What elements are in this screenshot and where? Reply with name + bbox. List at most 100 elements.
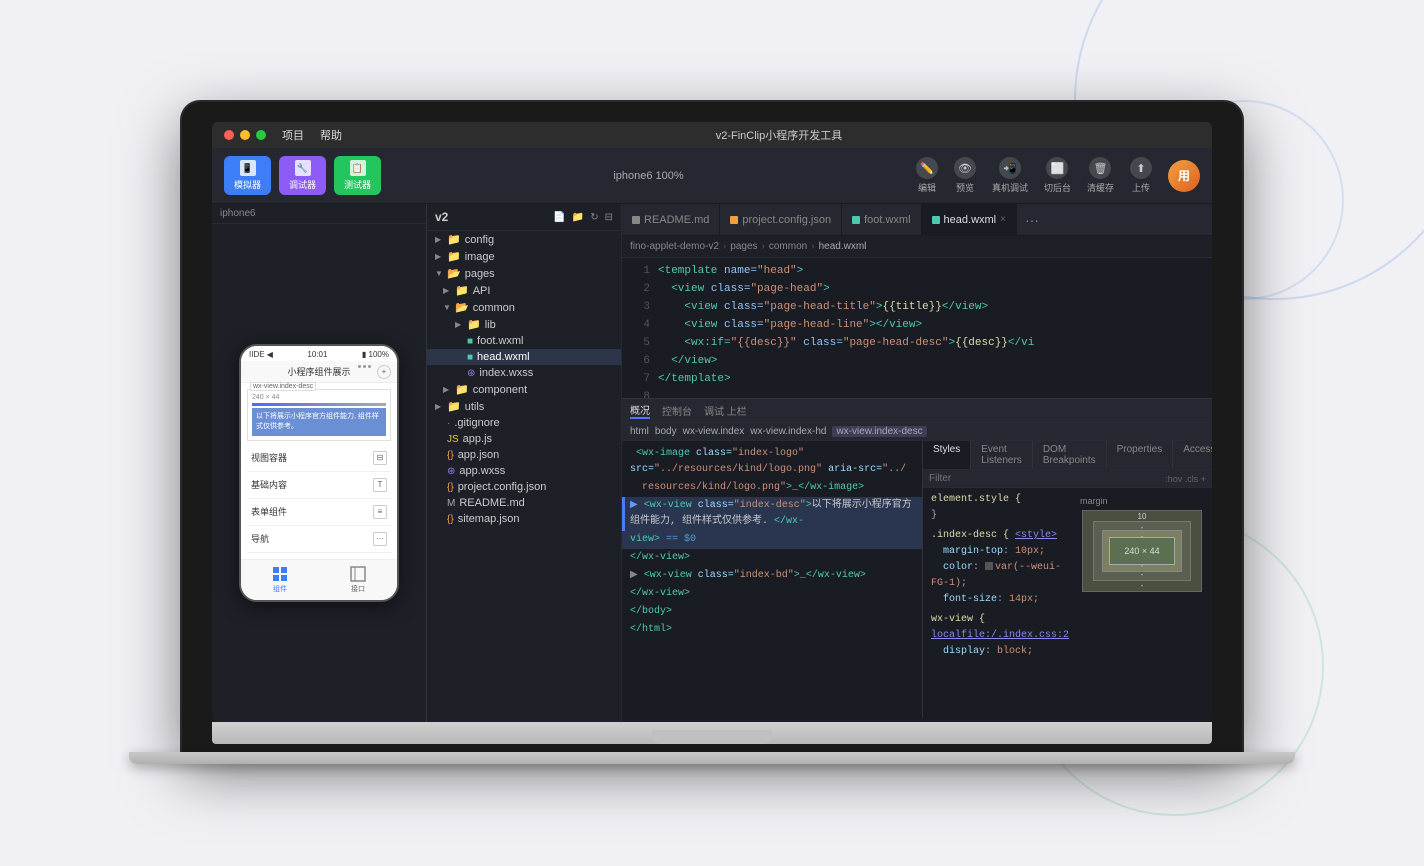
element-style-open: element.style { [931,492,1064,508]
devtools-tab-debug[interactable]: 调试 上栏 [704,403,747,418]
file-icon-project-config: {} [447,482,454,493]
folder-icon-utils: 📁 [447,400,461,413]
tree-item-lib[interactable]: ▶ 📁 lib [427,316,621,333]
line-code-5: <wx:if="{{desc}}" class="page-head-desc"… [658,334,1212,352]
style-link-1[interactable]: localfile:/.index.css:2 [931,630,1069,641]
menu-help[interactable]: 帮助 [320,127,342,143]
new-file-btn[interactable]: 📄 [553,212,565,223]
refresh-btn[interactable]: ↻ [590,212,598,223]
devtools-section: 概况 控制台 调试 上栏 html body wx-view.index wx-… [622,398,1212,718]
tab-close-head[interactable]: × [1000,214,1006,225]
tester-btn[interactable]: 📋 测试器 [334,156,381,195]
devtools-bc-wx-view-index-desc[interactable]: wx-view.index-desc [832,426,926,437]
tree-item-pages[interactable]: ▼ 📂 pages [427,265,621,282]
clear-cache-action[interactable]: 🗑 清缓存 [1087,157,1114,194]
file-icon-head: ■ [467,352,473,363]
devtools-tab-overview[interactable]: 概况 [630,402,650,419]
file-icon-app-json: {} [447,450,454,461]
tab-project-config[interactable]: project.config.json [720,204,842,235]
properties-tab[interactable]: Properties [1107,441,1174,469]
tree-item-app-js[interactable]: JS app.js [427,431,621,447]
devtools-bc-wx-view-index[interactable]: wx-view.index [683,426,745,437]
phone-nav-bar: 小程序组件展示 + [241,361,397,383]
line-code-1: <template name="head"> [658,262,1212,280]
preview-action[interactable]: 👁 预览 [954,157,976,194]
styles-filter-input[interactable] [929,473,1161,484]
user-avatar[interactable]: 用 [1168,160,1200,192]
tree-item-foot-wxml[interactable]: ■ foot.wxml [427,333,621,349]
phone-status-bar: IIDE ◀ 10:01 ▮ 100% [241,346,397,361]
tree-item-sitemap[interactable]: {} sitemap.json [427,511,621,527]
tree-item-index-wxss[interactable]: ⊛ index.wxss [427,365,621,381]
tab-foot-wxml[interactable]: foot.wxml [842,204,921,235]
laptop-notch [652,730,772,744]
collapse-btn[interactable]: ⊟ [605,212,613,223]
tree-item-name-component: component [473,384,527,396]
new-folder-btn[interactable]: 📁 [572,212,584,223]
bottom-nav-components[interactable]: 组件 [272,566,288,594]
tree-item-api[interactable]: ▶ 📁 API [427,282,621,299]
tree-item-config[interactable]: ▶ 📁 config [427,231,621,248]
tree-item-component[interactable]: ▶ 📁 component [427,381,621,398]
folder-icon-common: 📂 [455,301,469,314]
tree-item-image[interactable]: ▶ 📁 image [427,248,621,265]
box-border: - - 240 × 44 - - [1093,521,1191,581]
event-listeners-tab[interactable]: Event Listeners [971,441,1033,469]
upload-action[interactable]: ⬆ 上传 [1130,157,1152,194]
tab-head-wxml[interactable]: head.wxml × [922,204,1017,235]
devtools-bc-wx-view-index-hd[interactable]: wx-view.index-hd [750,426,826,437]
tree-item-name-common: common [473,302,515,314]
simulator-label: 模拟器 [234,178,261,191]
tree-arrow-lib: ▶ [455,320,463,329]
devtools-tab-console[interactable]: 控制台 [662,403,692,418]
devtools-bc-html[interactable]: html [630,426,649,437]
tree-item-name-foot-wxml: foot.wxml [477,335,523,347]
tree-arrow-pages: ▼ [435,269,443,278]
index-desc-rule: .index-desc { <style> margin-top: 10px; … [931,528,1064,608]
tree-item-head-wxml[interactable]: ■ head.wxml [427,349,621,365]
dom-breakpoints-tab[interactable]: DOM Breakpoints [1033,441,1107,469]
menu-bar: 项目 帮助 v2-FinClip小程序开发工具 [212,122,1212,148]
tree-item-name-app-js: app.js [463,433,492,445]
code-line-3: 3 <view class="page-head-title">{{title}… [622,298,1212,316]
menu-project[interactable]: 项目 [282,127,304,143]
style-link-0[interactable]: <style> [1015,530,1057,541]
close-btn[interactable] [224,130,234,140]
bottom-nav-interface[interactable]: 接口 [350,566,366,594]
tree-item-app-wxss[interactable]: ⊛ app.wxss [427,463,621,479]
device-debug-action[interactable]: 📲 真机调试 [992,157,1028,194]
minimize-btn[interactable] [240,130,250,140]
tree-arrow-config: ▶ [435,235,443,244]
list-item-1-label: 基础内容 [251,478,287,491]
debugger-btn[interactable]: 🔧 调试器 [279,156,326,195]
tree-item-project-config[interactable]: {} project.config.json [427,479,621,495]
tree-item-utils[interactable]: ▶ 📁 utils [427,398,621,415]
device-debug-label: 真机调试 [992,181,1028,194]
line-code-3: <view class="page-head-title">{{title}}<… [658,298,1212,316]
simulator-btn[interactable]: 📱 模拟器 [224,156,271,195]
styles-tab[interactable]: Styles [923,441,971,469]
accessibility-tab[interactable]: Accessibility [1173,441,1212,469]
tab-readme[interactable]: README.md [622,204,720,235]
html-node-image: <wx-image class="index-logo" src="../res… [622,445,922,479]
box-model: margin 10 - - 240 × 44 [1072,488,1212,718]
tree-item-gitignore[interactable]: · .gitignore [427,415,621,431]
list-item-1-icon: T [373,478,387,492]
tree-arrow-utils: ▶ [435,402,443,411]
tree-arrow-api: ▶ [443,286,451,295]
tree-item-app-json[interactable]: {} app.json [427,447,621,463]
edit-action[interactable]: ✏️ 编辑 [916,157,938,194]
tab-more-btn[interactable]: ··· [1017,212,1047,228]
tree-item-common[interactable]: ▼ 📂 common [427,299,621,316]
devtools-bc-body[interactable]: body [655,426,677,437]
styles-body: element.style { } .index-desc { <style> [923,488,1212,718]
preview-label: 预览 [956,181,974,194]
tree-item-readme[interactable]: M README.md [427,495,621,511]
background-action[interactable]: ⬜ 切后台 [1044,157,1071,194]
background-icon: ⬜ [1046,157,1068,179]
code-line-2: 2 <view class="page-head"> [622,280,1212,298]
file-tree-panel: v2 📄 📁 ↻ ⊟ ▶ 📁 config [427,204,622,722]
tester-icon: 📋 [350,160,366,176]
maximize-btn[interactable] [256,130,266,140]
code-area[interactable]: 1 <template name="head"> 2 <view class="… [622,258,1212,398]
